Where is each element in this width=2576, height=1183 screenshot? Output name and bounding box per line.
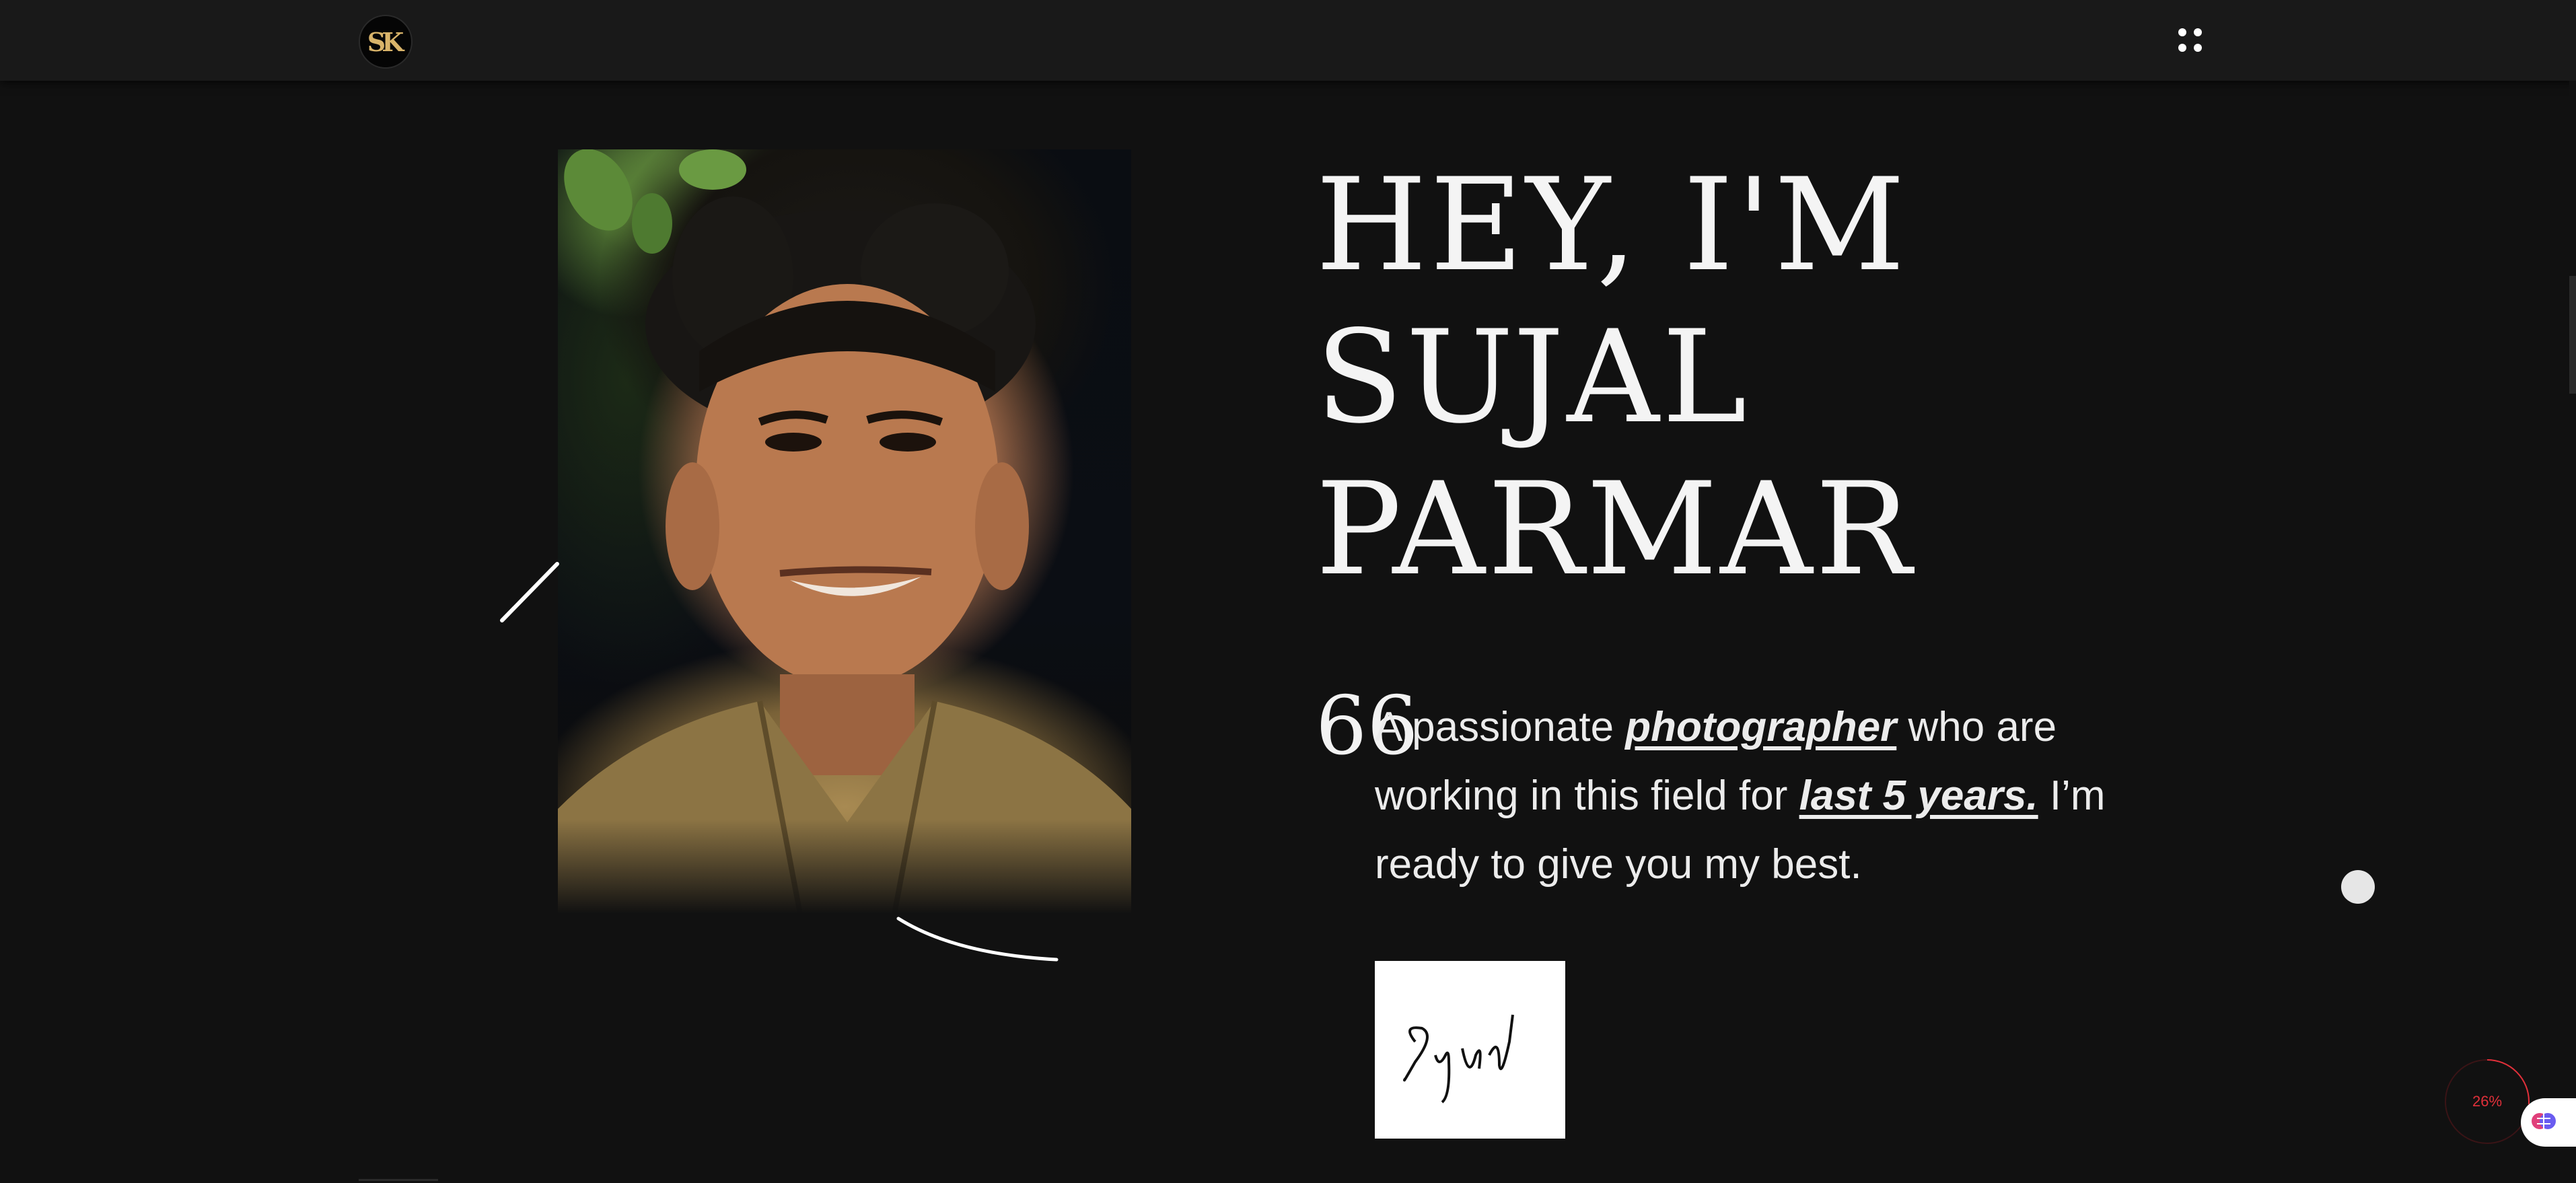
profile-photo	[558, 149, 1131, 914]
scroll-progress-circle[interactable]: 26%	[2443, 1057, 2532, 1146]
heading-line-3: PARMAR	[1316, 455, 1915, 604]
highlight-experience: last 5 years.	[1799, 773, 2038, 819]
menu-button[interactable]	[2177, 27, 2204, 54]
heading-line-1: HEY, I'M	[1316, 151, 1908, 299]
top-navigation-bar: SK	[0, 0, 2576, 81]
decorative-strokes	[500, 562, 1059, 962]
site-logo[interactable]: SK	[359, 15, 413, 69]
heading-line-2: SUJAL	[1316, 303, 1750, 452]
hero-heading: HEY, I'M SUJAL PARMAR	[1316, 149, 1989, 606]
bottom-divider	[359, 1179, 438, 1181]
highlight-photographer: photographer	[1625, 704, 1897, 750]
scroll-progress-text: 26%	[2472, 1093, 2503, 1110]
scrollbar-thumb[interactable]	[2569, 276, 2576, 394]
portrait-illustration	[558, 149, 1131, 914]
ai-assistant-button[interactable]	[2521, 1098, 2576, 1147]
brain-icon	[2530, 1108, 2557, 1138]
signature-image	[1375, 961, 1565, 1139]
logo-monogram: SK	[367, 26, 404, 57]
dots-grid-icon	[2178, 28, 2186, 36]
intro-paragraph: A passionate photographer who are workin…	[1375, 704, 2106, 888]
scroll-indicator-dot[interactable]	[2341, 870, 2375, 904]
signature-drawing	[1403, 1014, 1514, 1104]
scrollbar-track[interactable]	[2569, 81, 2576, 1183]
